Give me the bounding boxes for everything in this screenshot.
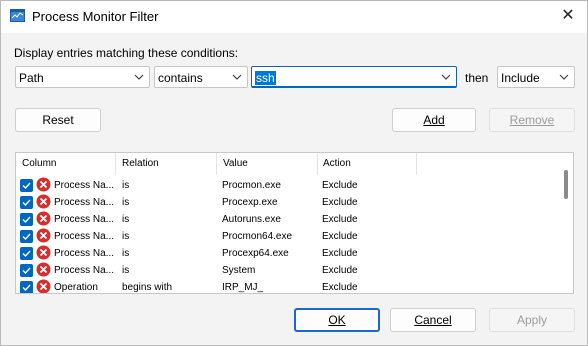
reset-button[interactable]: Reset	[15, 108, 101, 132]
column-select-value: Path	[19, 71, 44, 85]
value-combo[interactable]: ssh	[251, 66, 457, 88]
action-select-value: Include	[501, 71, 540, 85]
exclude-x-icon	[36, 245, 51, 260]
chevron-down-icon	[232, 74, 242, 80]
list-header: Column Relation Value Action	[16, 153, 556, 175]
header-column[interactable]: Column	[22, 158, 56, 169]
close-icon[interactable]: ✕	[557, 5, 579, 27]
conditions-label: Display entries matching these condition…	[14, 46, 239, 60]
then-label: then	[465, 71, 489, 85]
apply-button[interactable]: Apply	[489, 308, 575, 332]
checkbox-checked-icon[interactable]	[20, 264, 33, 277]
value-input[interactable]: ssh	[255, 71, 276, 85]
checkbox-checked-icon[interactable]	[20, 196, 33, 209]
table-row[interactable]: Process Na... is System Exclude	[16, 262, 556, 279]
window-title: Process Monitor Filter	[32, 9, 159, 24]
chevron-down-icon	[441, 74, 451, 80]
checkbox-checked-icon[interactable]	[20, 213, 33, 226]
cancel-button[interactable]: Cancel	[390, 308, 476, 332]
vertical-scrollbar[interactable]	[564, 170, 568, 199]
ok-button[interactable]: OK	[294, 308, 380, 332]
add-button-label: Add	[423, 113, 445, 127]
process-monitor-filter-dialog: Process Monitor Filter ✕ Display entries…	[0, 0, 588, 346]
ok-button-label: OK	[328, 313, 346, 327]
exclude-x-icon	[36, 228, 51, 243]
table-row[interactable]: Process Na... is Procexp.exe Exclude	[16, 194, 556, 211]
relation-select-value: contains	[158, 71, 203, 85]
title-bar: Process Monitor Filter ✕	[1, 1, 587, 33]
filter-list[interactable]: Column Relation Value Action Process Na.…	[15, 152, 574, 294]
chevron-down-icon	[134, 74, 144, 80]
exclude-x-icon	[36, 194, 51, 209]
add-button[interactable]: Add	[392, 108, 476, 132]
column-select[interactable]: Path	[15, 66, 150, 88]
remove-button[interactable]: Remove	[489, 108, 575, 132]
table-row[interactable]: Process Na... is Procmon64.exe Exclude	[16, 228, 556, 245]
checkbox-checked-icon[interactable]	[20, 179, 33, 192]
table-row[interactable]: Process Na... is Procmon.exe Exclude	[16, 177, 556, 194]
table-row[interactable]: Operation begins with IRP_MJ_ Exclude	[16, 279, 556, 293]
exclude-x-icon	[36, 211, 51, 226]
header-relation[interactable]: Relation	[122, 158, 159, 169]
checkbox-checked-icon[interactable]	[20, 281, 33, 293]
header-value[interactable]: Value	[223, 158, 248, 169]
table-row[interactable]: Process Na... is Procexp64.exe Exclude	[16, 245, 556, 262]
relation-select[interactable]: contains	[154, 66, 248, 88]
header-action[interactable]: Action	[323, 158, 351, 169]
exclude-x-icon	[36, 279, 51, 293]
table-row[interactable]: Process Na... is Autoruns.exe Exclude	[16, 211, 556, 228]
exclude-x-icon	[36, 262, 51, 277]
cancel-button-label: Cancel	[414, 313, 452, 327]
checkbox-checked-icon[interactable]	[20, 230, 33, 243]
checkbox-checked-icon[interactable]	[20, 247, 33, 260]
chevron-down-icon	[559, 74, 569, 80]
action-select[interactable]: Include	[497, 66, 575, 88]
remove-button-label: Remove	[509, 113, 555, 127]
process-monitor-icon	[10, 9, 25, 22]
exclude-x-icon	[36, 177, 51, 192]
